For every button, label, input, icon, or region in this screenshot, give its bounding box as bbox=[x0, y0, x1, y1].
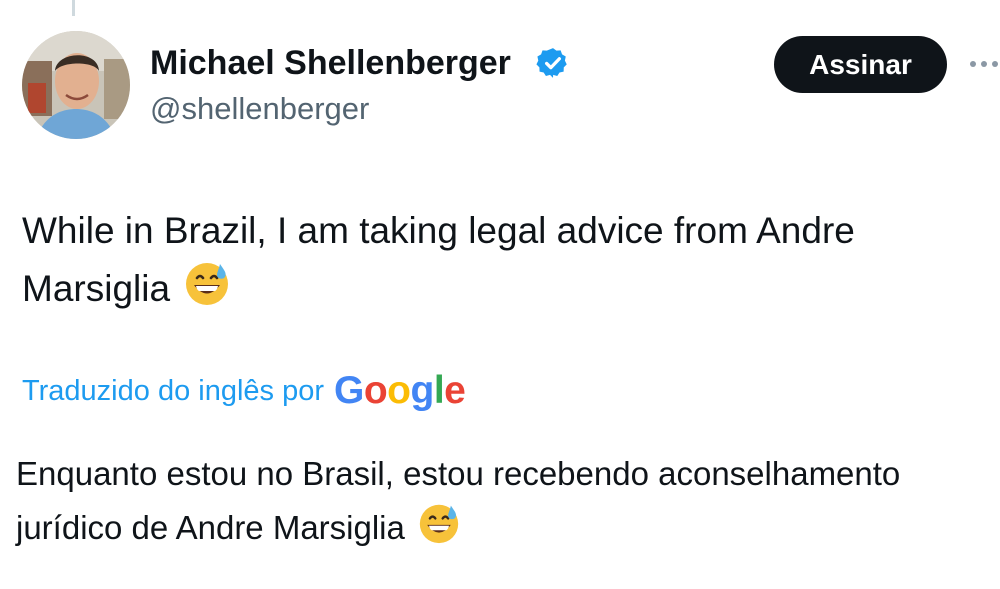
avatar[interactable] bbox=[22, 31, 130, 139]
grinning-sweat-emoji-icon bbox=[419, 504, 459, 544]
tweet-text-line-1: While in Brazil, I am taking legal advic… bbox=[22, 210, 855, 251]
verified-badge-icon bbox=[536, 48, 567, 78]
translated-text: Enquanto estou no Brasil, estou recebend… bbox=[16, 447, 1000, 555]
avatar-photo bbox=[22, 31, 130, 139]
subscribe-button[interactable]: Assinar bbox=[774, 36, 947, 93]
tweet-text: While in Brazil, I am taking legal advic… bbox=[22, 202, 982, 318]
grinning-sweat-emoji-icon bbox=[186, 263, 229, 305]
tweet-text-line-2: Marsiglia bbox=[22, 268, 171, 309]
thread-connector-line bbox=[72, 0, 75, 16]
author-name[interactable]: Michael Shellenberger bbox=[150, 44, 511, 83]
translation-label[interactable]: Traduzido do inglês por bbox=[22, 375, 324, 408]
google-logo: Google bbox=[334, 369, 466, 412]
author-handle[interactable]: @shellenberger bbox=[150, 91, 369, 127]
translation-attribution[interactable]: Traduzido do inglês por Google bbox=[22, 366, 466, 416]
translated-text-line-1: Enquanto estou no Brasil, estou recebend… bbox=[16, 455, 901, 492]
translated-text-line-2: jurídico de Andre Marsiglia bbox=[16, 509, 405, 546]
more-options-icon[interactable] bbox=[970, 55, 1000, 73]
